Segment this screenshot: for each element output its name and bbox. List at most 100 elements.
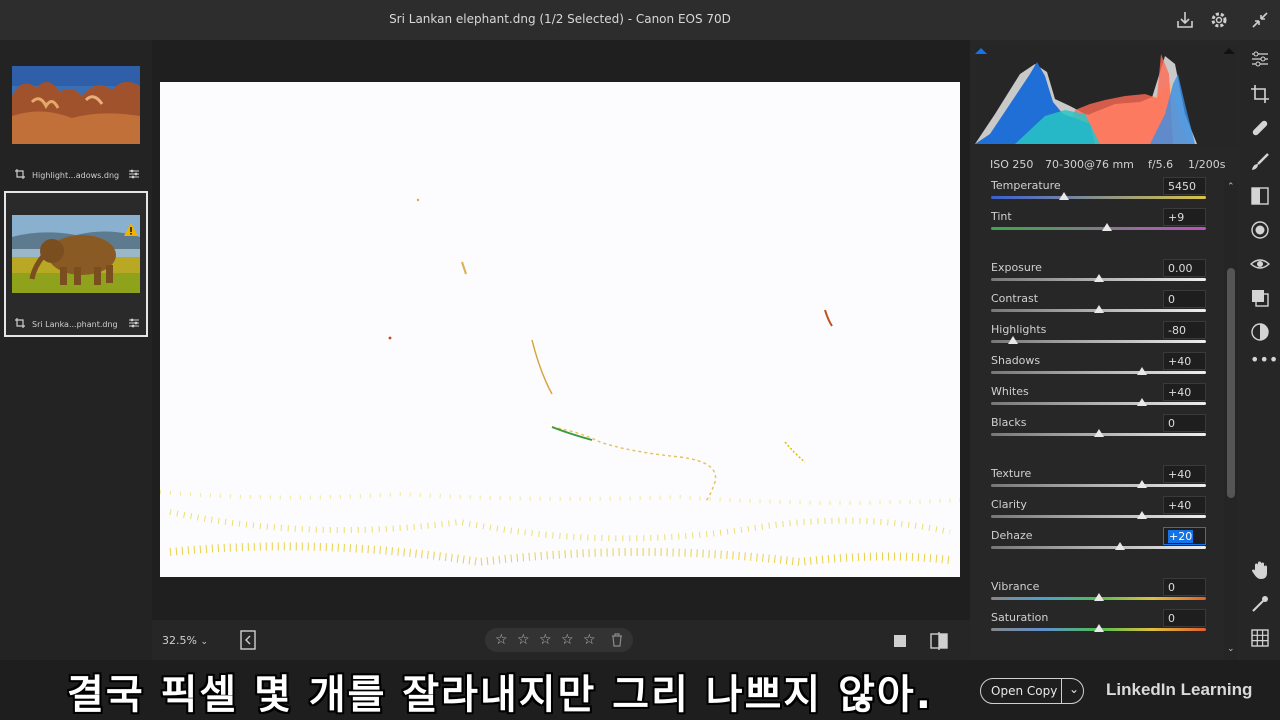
slider-value-field[interactable]: 0 <box>1163 578 1206 596</box>
slider-texture[interactable]: Texture +40 <box>991 465 1206 497</box>
edited-badge-icon <box>129 318 139 328</box>
slider-label: Temperature <box>991 179 1061 192</box>
slider-label: Clarity <box>991 498 1027 511</box>
slider-thumb[interactable] <box>1007 336 1018 344</box>
slider-thumb[interactable] <box>1093 429 1104 437</box>
brand-watermark: LinkedIn Learning <box>1106 680 1253 699</box>
slider-thumb[interactable] <box>1136 398 1147 406</box>
star-5[interactable]: ☆ <box>583 632 596 648</box>
brush-icon[interactable] <box>1250 152 1270 172</box>
slider-thumb[interactable] <box>1136 511 1147 519</box>
video-subtitle: 결국 픽셀 몇 개를 잘라내지만 그리 나쁘지 않아. <box>67 672 933 718</box>
rating-stars[interactable]: ☆ ☆ ☆ ☆ ☆ <box>485 628 633 652</box>
grid-icon[interactable] <box>1250 628 1270 648</box>
slider-value-field[interactable]: +40 <box>1163 465 1206 483</box>
slider-temperature[interactable]: Temperature 5450 <box>991 177 1206 209</box>
slider-clarity[interactable]: Clarity +40 <box>991 496 1206 528</box>
slider-track[interactable] <box>991 371 1206 374</box>
slider-thumb[interactable] <box>1059 192 1070 200</box>
radial-gradient-icon[interactable] <box>1250 220 1270 240</box>
shutter: 1/200s <box>1188 158 1226 171</box>
crop-icon[interactable] <box>1250 84 1270 104</box>
snapshot-icon[interactable] <box>892 633 908 649</box>
before-after-icon[interactable] <box>930 632 948 650</box>
filmstrip-thumbnail-1[interactable]: Highlight...adows.dng <box>4 42 148 188</box>
title-bar: Sri Lankan elephant.dng (1/2 Selected) -… <box>0 0 1280 40</box>
export-icon[interactable] <box>1174 9 1196 31</box>
more-icon[interactable]: ••• <box>1250 350 1278 370</box>
slider-saturation[interactable]: Saturation 0 <box>991 609 1206 641</box>
thumbnail-caption: Highlight...adows.dng <box>32 171 120 180</box>
slider-value-field[interactable]: +40 <box>1163 352 1206 370</box>
preview-image-clipping-view[interactable] <box>159 82 961 577</box>
slider-thumb[interactable] <box>1093 274 1104 282</box>
slider-exposure[interactable]: Exposure 0.00 <box>991 259 1206 291</box>
scrollbar-thumb[interactable] <box>1227 268 1235 498</box>
slider-track[interactable] <box>991 196 1206 199</box>
hand-icon[interactable] <box>1250 560 1270 580</box>
filmstrip-toggle-icon[interactable] <box>240 630 256 650</box>
slider-thumb[interactable] <box>1093 624 1104 632</box>
snapshots-icon[interactable] <box>1250 322 1270 342</box>
presets-icon[interactable] <box>1250 288 1270 308</box>
slider-track[interactable] <box>991 484 1206 487</box>
slider-label: Highlights <box>991 323 1047 336</box>
slider-dehaze[interactable]: Dehaze +20 <box>991 527 1206 559</box>
scroll-up-icon[interactable]: ⌃ <box>1227 182 1235 192</box>
scroll-down-icon[interactable]: ⌄ <box>1227 644 1235 654</box>
slider-value-field[interactable]: 0.00 <box>1163 259 1206 277</box>
slider-value-field[interactable]: +40 <box>1163 496 1206 514</box>
slider-value-field[interactable]: +40 <box>1163 383 1206 401</box>
warning-icon <box>124 223 138 236</box>
edit-sliders-icon[interactable] <box>1250 49 1270 69</box>
star-2[interactable]: ☆ <box>517 632 530 648</box>
slider-thumb[interactable] <box>1136 480 1147 488</box>
slider-value-field[interactable]: 0 <box>1163 414 1206 432</box>
slider-thumb[interactable] <box>1115 542 1125 550</box>
slider-value-field[interactable]: 0 <box>1163 290 1206 308</box>
slider-label: Exposure <box>991 261 1042 274</box>
star-4[interactable]: ☆ <box>561 632 574 648</box>
slider-tint[interactable]: Tint +9 <box>991 208 1206 240</box>
slider-thumb[interactable] <box>1136 367 1147 375</box>
slider-value-field[interactable]: -80 <box>1163 321 1206 339</box>
thumbnail-image <box>12 66 140 144</box>
slider-highlights[interactable]: Highlights -80 <box>991 321 1206 353</box>
slider-blacks[interactable]: Blacks 0 <box>991 414 1206 446</box>
lens: 70-300@76 mm <box>1045 158 1134 171</box>
slider-whites[interactable]: Whites +40 <box>991 383 1206 415</box>
gear-icon[interactable] <box>1208 9 1230 31</box>
slider-thumb[interactable] <box>1102 223 1113 231</box>
slider-vibrance[interactable]: Vibrance 0 <box>991 578 1206 610</box>
slider-track[interactable] <box>991 402 1206 405</box>
slider-value-field[interactable]: 0 <box>1163 609 1206 627</box>
collapse-icon[interactable] <box>1249 9 1271 31</box>
star-3[interactable]: ☆ <box>539 632 552 648</box>
healing-icon[interactable] <box>1250 118 1270 138</box>
slider-shadows[interactable]: Shadows +40 <box>991 352 1206 384</box>
iso: ISO 250 <box>990 158 1034 171</box>
star-1[interactable]: ☆ <box>495 632 508 648</box>
red-eye-icon[interactable] <box>1250 254 1270 274</box>
trash-icon[interactable] <box>611 633 623 647</box>
zoom-level[interactable]: 32.5% ⌄ <box>162 634 208 647</box>
linear-gradient-icon[interactable] <box>1250 186 1270 206</box>
edited-badge-icon <box>129 169 139 179</box>
slider-track[interactable] <box>991 515 1206 518</box>
panel-scrollbar[interactable]: ⌃ ⌄ <box>1224 180 1238 660</box>
slider-label: Dehaze <box>991 529 1033 542</box>
slider-track[interactable] <box>991 546 1206 549</box>
slider-value-field[interactable]: +9 <box>1163 208 1206 226</box>
slider-thumb[interactable] <box>1093 593 1104 601</box>
slider-track[interactable] <box>991 227 1206 230</box>
sampler-icon[interactable] <box>1250 594 1270 614</box>
slider-value-field[interactable]: 5450 <box>1163 177 1206 195</box>
slider-track[interactable] <box>991 340 1206 343</box>
chevron-down-icon[interactable]: ⌄ <box>1069 682 1079 696</box>
window-title: Sri Lankan elephant.dng (1/2 Selected) -… <box>389 12 731 26</box>
divider <box>1061 679 1062 703</box>
slider-thumb[interactable] <box>1093 305 1104 313</box>
slider-contrast[interactable]: Contrast 0 <box>991 290 1206 322</box>
filmstrip-thumbnail-2[interactable]: Sri Lanka...phant.dng <box>4 191 148 337</box>
slider-value-field[interactable]: +20 <box>1163 527 1206 545</box>
